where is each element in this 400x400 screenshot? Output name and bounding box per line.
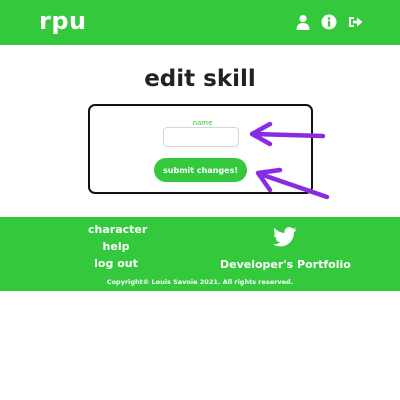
developer-portfolio-link[interactable]: Developer's Portfolio (220, 258, 351, 271)
page-title: edit skill (144, 66, 256, 92)
user-icon[interactable] (295, 14, 311, 30)
footer: character help log out Developer's Portf… (0, 217, 400, 291)
submit-changes-button[interactable]: submit changes! (154, 158, 247, 182)
twitter-icon[interactable] (273, 227, 297, 247)
footer-link-help[interactable]: help (88, 240, 144, 253)
sign-out-icon[interactable] (347, 14, 363, 30)
footer-link-character[interactable]: character (88, 223, 147, 236)
edit-skill-form: name submit changes! (88, 104, 313, 194)
annotation-arrows (249, 121, 330, 200)
top-navbar: rpu (0, 0, 400, 45)
name-input[interactable] (163, 127, 239, 147)
name-field-label: name (192, 119, 213, 127)
brand-logo[interactable]: rpu (39, 7, 87, 35)
footer-link-log-out[interactable]: log out (88, 257, 144, 270)
info-icon[interactable] (321, 14, 337, 30)
copyright-text: Copyright© Louis Savoie 2021. All rights… (106, 278, 294, 286)
